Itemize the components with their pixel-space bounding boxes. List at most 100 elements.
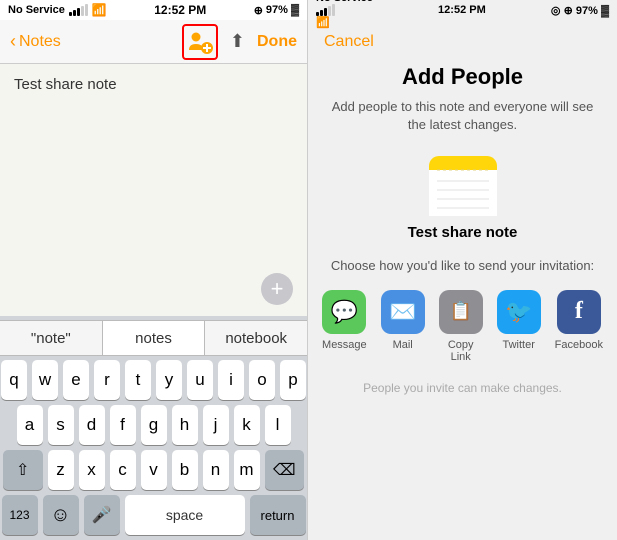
share-option-message[interactable]: 💬 Message	[322, 290, 367, 351]
key-n[interactable]: n	[203, 450, 229, 490]
note-content: Test share note	[0, 64, 307, 316]
left-status-bar: No Service 📶 12:52 PM ⊕ 97% ▓	[0, 0, 307, 20]
delete-key[interactable]: ⌫	[265, 450, 305, 490]
right-location-icon: ◎	[551, 5, 561, 17]
choose-how-label: Choose how you'd like to send your invit…	[331, 257, 594, 275]
left-right-status: ⊕ 97% ▓	[254, 4, 299, 17]
right-signal-bars	[316, 4, 373, 16]
num-key[interactable]: 123	[2, 495, 38, 535]
keyboard: "note" notes notebook q w e r t y u i o	[0, 316, 307, 540]
twitter-icon: 🐦	[497, 290, 541, 334]
suggestion-notes[interactable]: notes	[103, 321, 206, 355]
share-option-copylink[interactable]: 📋 Copy Link	[439, 290, 483, 363]
emoji-key[interactable]: ☺	[43, 495, 79, 535]
back-button[interactable]: ‹ Notes	[10, 31, 61, 52]
share-option-twitter[interactable]: 🐦 Twitter	[497, 290, 541, 351]
key-row-4: 123 ☺ 🎤 space return	[3, 495, 304, 535]
share-option-mail[interactable]: ✉️ Mail	[381, 290, 425, 351]
add-people-button[interactable]	[182, 24, 218, 60]
key-d[interactable]: d	[79, 405, 105, 445]
key-l[interactable]: l	[265, 405, 291, 445]
key-row-3: ⇧ z x c v b n m ⌫	[3, 450, 304, 490]
suggestion-note[interactable]: "note"	[0, 321, 103, 355]
key-j[interactable]: j	[203, 405, 229, 445]
key-e[interactable]: e	[63, 360, 89, 400]
twitter-label: Twitter	[502, 339, 534, 351]
share-icon[interactable]: ⬆	[230, 31, 245, 52]
key-h[interactable]: h	[172, 405, 198, 445]
cancel-button[interactable]: Cancel	[324, 33, 374, 51]
facebook-label: Facebook	[555, 339, 603, 351]
note-text: Test share note	[14, 76, 117, 93]
key-c[interactable]: c	[110, 450, 136, 490]
key-m[interactable]: m	[234, 450, 260, 490]
add-people-icon	[186, 28, 214, 56]
battery-icon: ▓	[291, 4, 299, 16]
message-icon: 💬	[322, 290, 366, 334]
right-battery-icon: ▓	[601, 5, 609, 17]
nav-actions: ⬆ Done	[182, 24, 297, 60]
wifi-icon: 📶	[92, 3, 107, 17]
carrier-info: No Service 📶	[8, 3, 107, 17]
key-t[interactable]: t	[125, 360, 151, 400]
key-b[interactable]: b	[172, 450, 198, 490]
key-k[interactable]: k	[234, 405, 260, 445]
share-option-facebook[interactable]: f Facebook	[555, 290, 603, 351]
key-p[interactable]: p	[280, 360, 306, 400]
chevron-left-icon: ‹	[10, 31, 16, 52]
space-key[interactable]: space	[125, 495, 245, 535]
right-carrier-text: No Service	[316, 0, 373, 4]
add-people-title: Add People	[402, 64, 523, 90]
right-nav-bar: Cancel	[308, 20, 617, 64]
left-nav-bar: ‹ Notes ⬆ Done	[0, 20, 307, 64]
right-battery-level: 97%	[576, 5, 598, 17]
key-s[interactable]: s	[48, 405, 74, 445]
note-title-preview: Test share note	[408, 224, 518, 241]
key-q[interactable]: q	[1, 360, 27, 400]
invite-note: People you invite can make changes.	[363, 381, 562, 395]
right-status-bar: No Service 📶 12:52 PM ◎ ⊕ 97% ▓	[308, 0, 617, 20]
right-panel: No Service 📶 12:52 PM ◎ ⊕ 97% ▓ Cancel A…	[308, 0, 617, 540]
return-key[interactable]: return	[250, 495, 306, 535]
suggestion-notebook[interactable]: notebook	[205, 321, 307, 355]
key-r[interactable]: r	[94, 360, 120, 400]
mic-key[interactable]: 🎤	[84, 495, 120, 535]
key-a[interactable]: a	[17, 405, 43, 445]
facebook-icon: f	[557, 290, 601, 334]
mail-label: Mail	[393, 339, 413, 351]
signal-bars	[69, 4, 88, 16]
right-right-status: ◎ ⊕ 97% ▓	[551, 4, 609, 17]
right-content: Add People Add people to this note and e…	[308, 64, 617, 540]
right-time: 12:52 PM	[438, 4, 486, 16]
key-w[interactable]: w	[32, 360, 58, 400]
carrier-text: No Service	[8, 4, 65, 16]
key-v[interactable]: v	[141, 450, 167, 490]
keyboard-suggestions: "note" notes notebook	[0, 320, 307, 356]
key-f[interactable]: f	[110, 405, 136, 445]
done-button[interactable]: Done	[257, 33, 297, 51]
keyboard-rows: q w e r t y u i o p a s d f g h j k	[0, 356, 307, 535]
key-u[interactable]: u	[187, 360, 213, 400]
key-y[interactable]: y	[156, 360, 182, 400]
back-label: Notes	[19, 33, 61, 51]
right-bluetooth-icon: ⊕	[564, 5, 573, 17]
mail-icon: ✉️	[381, 290, 425, 334]
fab-button[interactable]: +	[261, 273, 293, 305]
key-row-1: q w e r t y u i o p	[3, 360, 304, 400]
left-time: 12:52 PM	[154, 3, 206, 17]
key-row-2: a s d f g h j k l	[3, 405, 304, 445]
shift-key[interactable]: ⇧	[3, 450, 43, 490]
share-options: 💬 Message ✉️ Mail 📋 Copy Link 🐦	[322, 290, 603, 363]
add-people-description: Add people to this note and everyone wil…	[328, 98, 597, 134]
key-o[interactable]: o	[249, 360, 275, 400]
key-x[interactable]: x	[79, 450, 105, 490]
left-panel: No Service 📶 12:52 PM ⊕ 97% ▓ ‹ Notes	[0, 0, 308, 540]
key-z[interactable]: z	[48, 450, 74, 490]
key-i[interactable]: i	[218, 360, 244, 400]
message-label: Message	[322, 339, 367, 351]
copylink-icon: 📋	[439, 290, 483, 334]
bluetooth-icon: ⊕	[254, 4, 263, 17]
key-g[interactable]: g	[141, 405, 167, 445]
copylink-label: Copy Link	[439, 339, 483, 363]
plus-icon: +	[271, 276, 284, 302]
